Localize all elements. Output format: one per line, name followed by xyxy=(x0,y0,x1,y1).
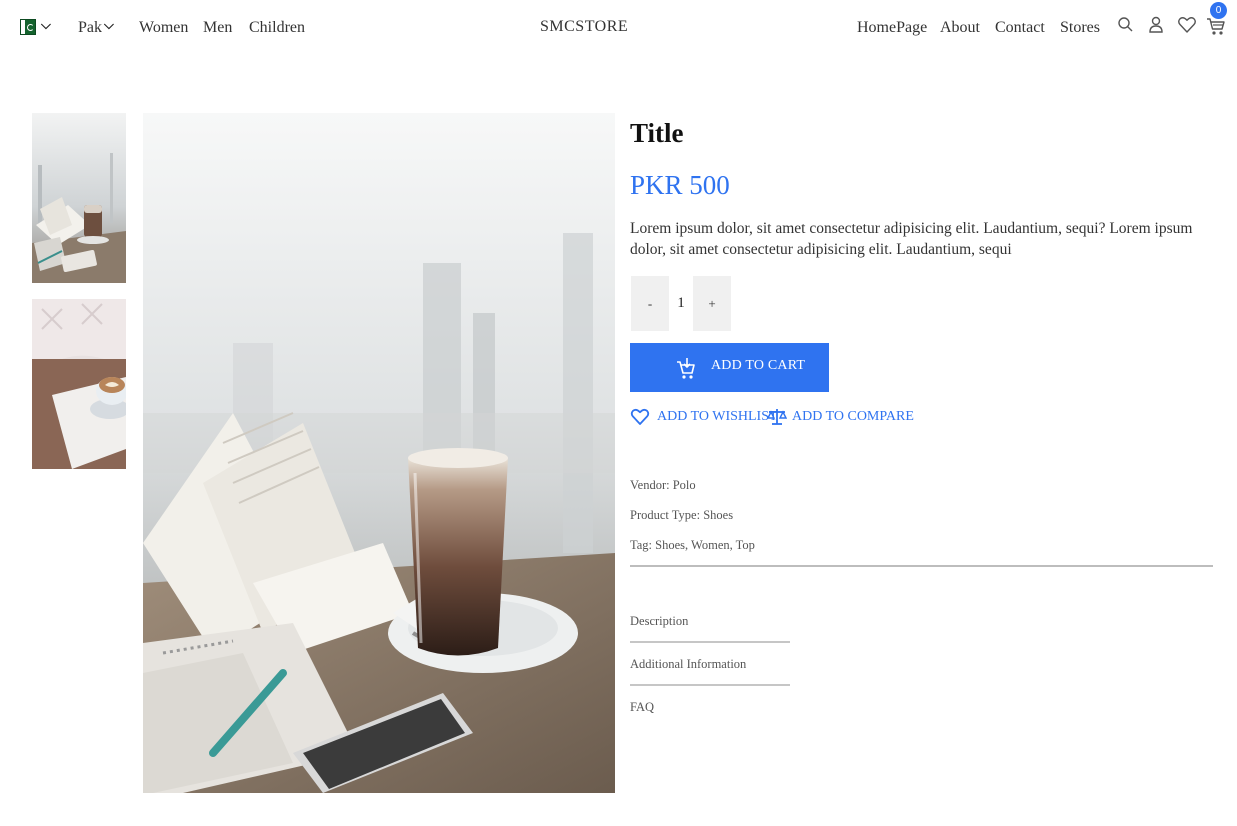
product-vendor: Vendor: Polo xyxy=(630,478,696,492)
quantity-value[interactable]: 1 xyxy=(672,276,690,331)
tab-faq[interactable]: FAQ xyxy=(630,700,654,715)
product-description: Lorem ipsum dolor, sit amet consectetur … xyxy=(630,220,1193,258)
add-to-wishlist-link[interactable]: ADD TO WISHLIST xyxy=(657,409,778,425)
product-thumbnail-2[interactable] xyxy=(32,299,126,469)
quantity-decrease-button[interactable]: - xyxy=(631,276,669,331)
nav-link-about[interactable]: About xyxy=(940,18,980,38)
nav-link-men[interactable]: Men xyxy=(203,18,232,38)
add-to-cart-label: ADD TO CART xyxy=(711,358,806,373)
user-icon[interactable] xyxy=(1147,14,1165,36)
top-navigation: ⌵ Pak ⌵ Women Men Children SMCSTORE Home… xyxy=(0,0,1237,56)
product-price: PKR 500 xyxy=(630,170,730,200)
nav-link-homepage[interactable]: HomePage xyxy=(857,18,927,38)
product-main-image xyxy=(143,113,615,793)
product-tags: Tag: Shoes, Women, Top xyxy=(630,538,755,552)
nav-link-stores[interactable]: Stores xyxy=(1060,18,1100,38)
cart-count-badge: 0 xyxy=(1210,2,1227,19)
add-cart-icon xyxy=(676,356,696,380)
product-thumbnail-1[interactable] xyxy=(32,113,126,283)
tab-additional-information[interactable]: Additional Information xyxy=(630,657,746,672)
nav-link-contact[interactable]: Contact xyxy=(995,18,1045,38)
nav-link-women[interactable]: Women xyxy=(139,18,188,38)
pakistan-flag-icon[interactable] xyxy=(20,19,36,35)
nav-link-children[interactable]: Children xyxy=(249,18,305,38)
divider xyxy=(630,641,790,643)
tab-description[interactable]: Description xyxy=(630,614,688,629)
heart-icon[interactable] xyxy=(630,407,650,427)
country-selector[interactable]: Pak xyxy=(78,18,102,38)
divider xyxy=(630,684,790,686)
search-icon[interactable] xyxy=(1117,14,1135,36)
divider xyxy=(630,565,1213,567)
product-type: Product Type: Shoes xyxy=(630,508,734,522)
compare-scale-icon[interactable] xyxy=(767,407,787,427)
quantity-increase-button[interactable]: + xyxy=(693,276,731,331)
chevron-down-icon[interactable]: ⌵ xyxy=(104,18,114,33)
product-title: Title xyxy=(630,118,684,148)
chevron-down-icon[interactable]: ⌵ xyxy=(41,18,51,33)
add-to-cart-button[interactable]: ADD TO CART xyxy=(630,343,829,392)
add-to-compare-link[interactable]: ADD TO COMPARE xyxy=(792,409,914,425)
store-logo[interactable]: SMCSTORE xyxy=(540,18,628,36)
heart-icon[interactable] xyxy=(1177,14,1197,36)
